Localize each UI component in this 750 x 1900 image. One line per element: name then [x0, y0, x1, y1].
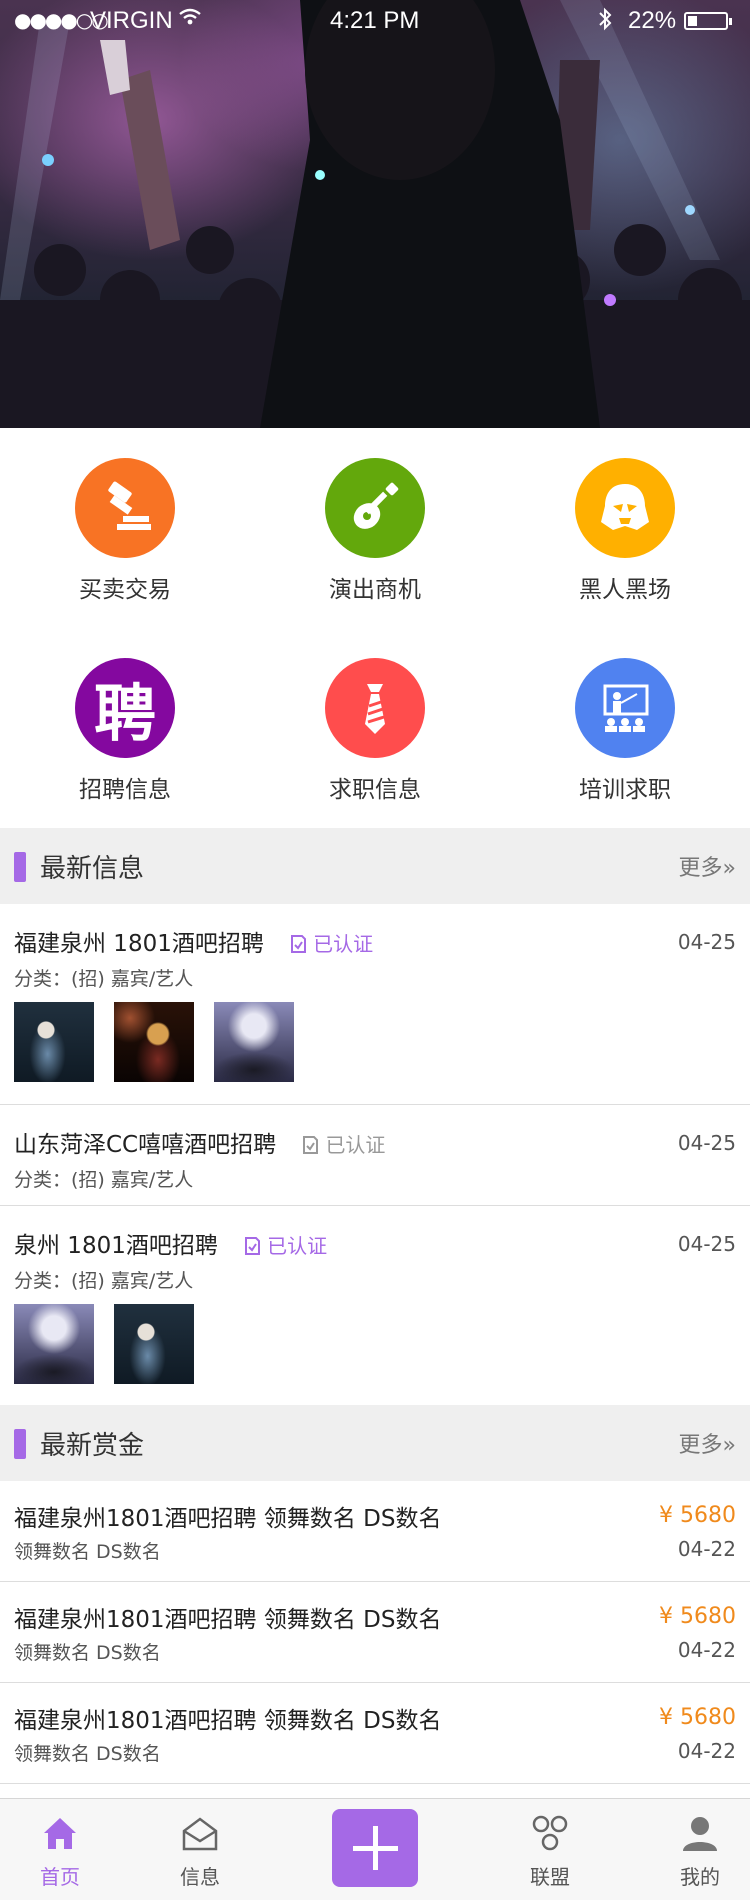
section-accent-bar	[14, 852, 26, 882]
bounty-date: 04-22	[677, 1638, 736, 1662]
bounty-title: 福建泉州1801酒吧招聘 领舞数名 DS数名	[14, 1506, 442, 1532]
tab-home[interactable]: 首页	[0, 1799, 120, 1900]
bounty-subtitle: 领舞数名 DS数名	[14, 1541, 161, 1563]
bounty-item[interactable]: 福建泉州1801酒吧招聘 领舞数名 DS数名 领舞数名 DS数名 ¥ 5680 …	[0, 1683, 750, 1784]
bounty-date: 04-22	[677, 1739, 736, 1763]
thumbnail-row	[14, 1002, 314, 1082]
item-date: 04-25	[677, 1232, 736, 1256]
carrier-name: VIRGIN	[90, 7, 173, 34]
category-trade[interactable]: 买卖交易	[0, 428, 250, 628]
tab-label: 信息	[180, 1865, 220, 1889]
plus-icon	[353, 1826, 398, 1870]
category-recruit[interactable]: 聘 招聘信息	[0, 628, 250, 828]
tab-label: 联盟	[530, 1865, 570, 1889]
category-label: 招聘信息	[79, 777, 171, 803]
gavel-icon	[75, 458, 175, 558]
network-nodes-icon	[532, 1815, 568, 1851]
item-category: 分类：(招) 嘉宾/艺人	[14, 968, 194, 990]
guitar-icon	[325, 458, 425, 558]
tab-label: 首页	[40, 1865, 80, 1889]
battery-icon	[684, 12, 732, 30]
category-label: 演出商机	[329, 577, 421, 603]
item-category: 分类：(招) 嘉宾/艺人	[14, 1169, 194, 1191]
category-training[interactable]: 培训求职	[500, 628, 750, 828]
envelope-icon	[182, 1817, 218, 1851]
thumbnail-image[interactable]	[14, 1002, 94, 1082]
thumbnail-image[interactable]	[114, 1002, 194, 1082]
section-title: 最新赏金	[40, 1431, 145, 1461]
tab-bar: 首页 信息 联盟 我的	[0, 1798, 750, 1900]
more-link[interactable]: 更多»	[679, 850, 736, 882]
bounty-title: 福建泉州1801酒吧招聘 领舞数名 DS数名	[14, 1607, 442, 1633]
category-blackmarket[interactable]: 黑人黑场	[500, 428, 750, 628]
thumbnail-image[interactable]	[114, 1304, 194, 1384]
certified-icon	[245, 1237, 261, 1255]
item-title: 山东菏泽CC嘻嘻酒吧招聘 已认证	[14, 1125, 385, 1159]
list-item[interactable]: 泉州 1801酒吧招聘 已认证 04-25 分类：(招) 嘉宾/艺人	[0, 1206, 750, 1405]
category-label: 求职信息	[329, 777, 421, 803]
necktie-icon	[325, 658, 425, 758]
cert-text: 已认证	[313, 932, 374, 956]
status-bar: ●●●●○○ VIRGIN 4:21 PM 22%	[0, 0, 750, 40]
clock: 4:21 PM	[330, 7, 420, 34]
bounty-item[interactable]: 福建泉州1801酒吧招聘 领舞数名 DS数名 领舞数名 DS数名 ¥ 5680 …	[0, 1481, 750, 1582]
section-title: 最新信息	[40, 854, 145, 884]
add-post-button[interactable]	[332, 1809, 418, 1887]
category-label: 买卖交易	[79, 577, 171, 603]
cert-text: 已认证	[267, 1234, 328, 1258]
list-item[interactable]: 福建泉州 1801酒吧招聘 已认证 04-25 分类：(招) 嘉宾/艺人	[0, 904, 750, 1105]
thumbnail-row	[14, 1304, 214, 1384]
bounty-title: 福建泉州1801酒吧招聘 领舞数名 DS数名	[14, 1708, 442, 1734]
bounty-subtitle: 领舞数名 DS数名	[14, 1642, 161, 1664]
latest-bounty-header: 最新赏金 更多»	[0, 1405, 750, 1481]
item-title: 福建泉州 1801酒吧招聘 已认证	[14, 924, 373, 958]
training-board-icon	[575, 658, 675, 758]
bluetooth-icon	[596, 6, 614, 38]
home-icon	[44, 1818, 76, 1849]
bounty-date: 04-22	[677, 1537, 736, 1561]
certified-badge: 已认证	[289, 932, 373, 956]
more-link[interactable]: 更多»	[679, 1427, 736, 1459]
tab-alliance[interactable]: 联盟	[490, 1799, 610, 1900]
bounty-subtitle: 领舞数名 DS数名	[14, 1743, 161, 1765]
category-label: 黑人黑场	[579, 577, 671, 603]
user-profile-icon	[683, 1817, 717, 1851]
item-title-text: 山东菏泽CC嘻嘻酒吧招聘	[14, 1132, 277, 1158]
latest-info-header: 最新信息 更多»	[0, 828, 750, 904]
category-jobseek[interactable]: 求职信息	[250, 628, 500, 828]
tab-mine[interactable]: 我的	[640, 1799, 750, 1900]
bounty-item[interactable]: 福建泉州1801酒吧招聘 领舞数名 DS数名 领舞数名 DS数名 ¥ 5680 …	[0, 1582, 750, 1683]
bounty-price: ¥ 5680	[659, 1503, 736, 1528]
cert-text: 已认证	[325, 1133, 386, 1157]
wifi-icon	[178, 7, 202, 32]
concert-crowd-image	[0, 0, 750, 428]
bounty-price: ¥ 5680	[659, 1705, 736, 1730]
uncertified-badge: 已认证	[301, 1133, 385, 1157]
darth-vader-icon	[575, 458, 675, 558]
tab-messages[interactable]: 信息	[140, 1799, 260, 1900]
certified-icon	[303, 1136, 319, 1154]
thumbnail-image[interactable]	[14, 1304, 94, 1384]
item-title-text: 福建泉州 1801酒吧招聘	[14, 931, 264, 957]
thumbnail-image[interactable]	[214, 1002, 294, 1082]
bounty-price: ¥ 5680	[659, 1604, 736, 1629]
list-item[interactable]: 山东菏泽CC嘻嘻酒吧招聘 已认证 04-25 分类：(招) 嘉宾/艺人	[0, 1105, 750, 1206]
hero-banner[interactable]: ●●●●○○ VIRGIN 4:21 PM 22%	[0, 0, 750, 428]
item-category: 分类：(招) 嘉宾/艺人	[14, 1270, 194, 1292]
item-date: 04-25	[677, 1131, 736, 1155]
category-label: 培训求职	[579, 777, 671, 803]
tab-label: 我的	[680, 1865, 720, 1889]
recruit-char-icon: 聘	[75, 658, 175, 758]
item-title-text: 泉州 1801酒吧招聘	[14, 1233, 218, 1259]
certified-badge: 已认证	[243, 1234, 327, 1258]
item-title: 泉州 1801酒吧招聘 已认证	[14, 1226, 327, 1260]
item-date: 04-25	[677, 930, 736, 954]
battery-percent: 22%	[628, 7, 677, 34]
category-performance[interactable]: 演出商机	[250, 428, 500, 628]
certified-icon	[291, 935, 307, 953]
section-accent-bar	[14, 1429, 26, 1459]
category-grid: 买卖交易 演出商机 黑人黑场 聘 招聘信息 求职信息 培训求职	[0, 428, 750, 828]
